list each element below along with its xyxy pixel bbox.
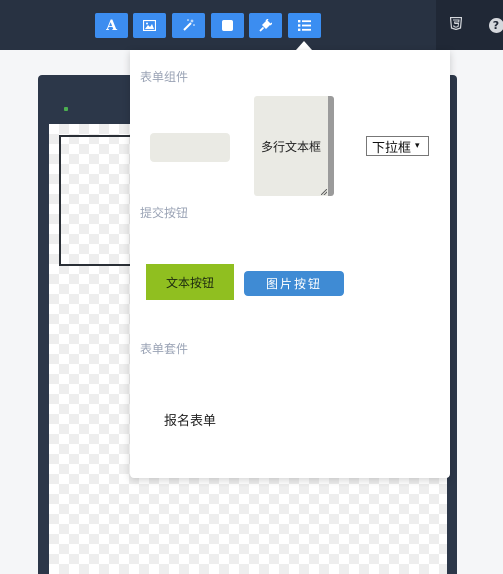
resize-grip-icon [321, 189, 327, 195]
text-button-component[interactable]: 文本按钮 [146, 264, 234, 300]
section-title-form-components: 表单组件 [140, 70, 189, 84]
textarea-component[interactable]: 多行文本框 [254, 96, 334, 196]
html5-shield-icon [449, 16, 463, 33]
textarea-component-label: 多行文本框 [260, 139, 321, 154]
image-icon [143, 20, 156, 31]
panel-caret [296, 41, 312, 50]
shape-tool-button[interactable] [211, 13, 244, 38]
text-a-icon: A [106, 17, 117, 34]
section-title-submit-buttons: 提交按钮 [140, 206, 189, 220]
frame-indicator-dot [64, 107, 68, 111]
help-button[interactable]: ? [488, 17, 503, 33]
question-circle-icon: ? [488, 17, 503, 33]
text-input-component[interactable] [150, 133, 230, 162]
image-tool-button[interactable] [133, 13, 166, 38]
list-icon [298, 20, 311, 31]
magic-wand-icon [182, 19, 195, 32]
square-icon [222, 20, 233, 31]
html5-button[interactable] [448, 16, 464, 33]
plugin-tool-button[interactable] [249, 13, 282, 38]
text-tool-button[interactable]: A [95, 13, 128, 38]
form-tool-button[interactable] [288, 13, 321, 38]
signup-form-suite[interactable]: 报名表单 [164, 410, 216, 429]
caret-down-icon: ▾ [415, 141, 420, 151]
select-component-value: 下拉框 [372, 140, 412, 156]
image-button-component[interactable]: 图片按钮 [244, 271, 344, 296]
effects-tool-button[interactable] [172, 13, 205, 38]
section-title-form-suites: 表单套件 [140, 342, 189, 356]
select-component[interactable]: 下拉框 ▾ [366, 136, 429, 156]
plug-icon [259, 19, 272, 32]
